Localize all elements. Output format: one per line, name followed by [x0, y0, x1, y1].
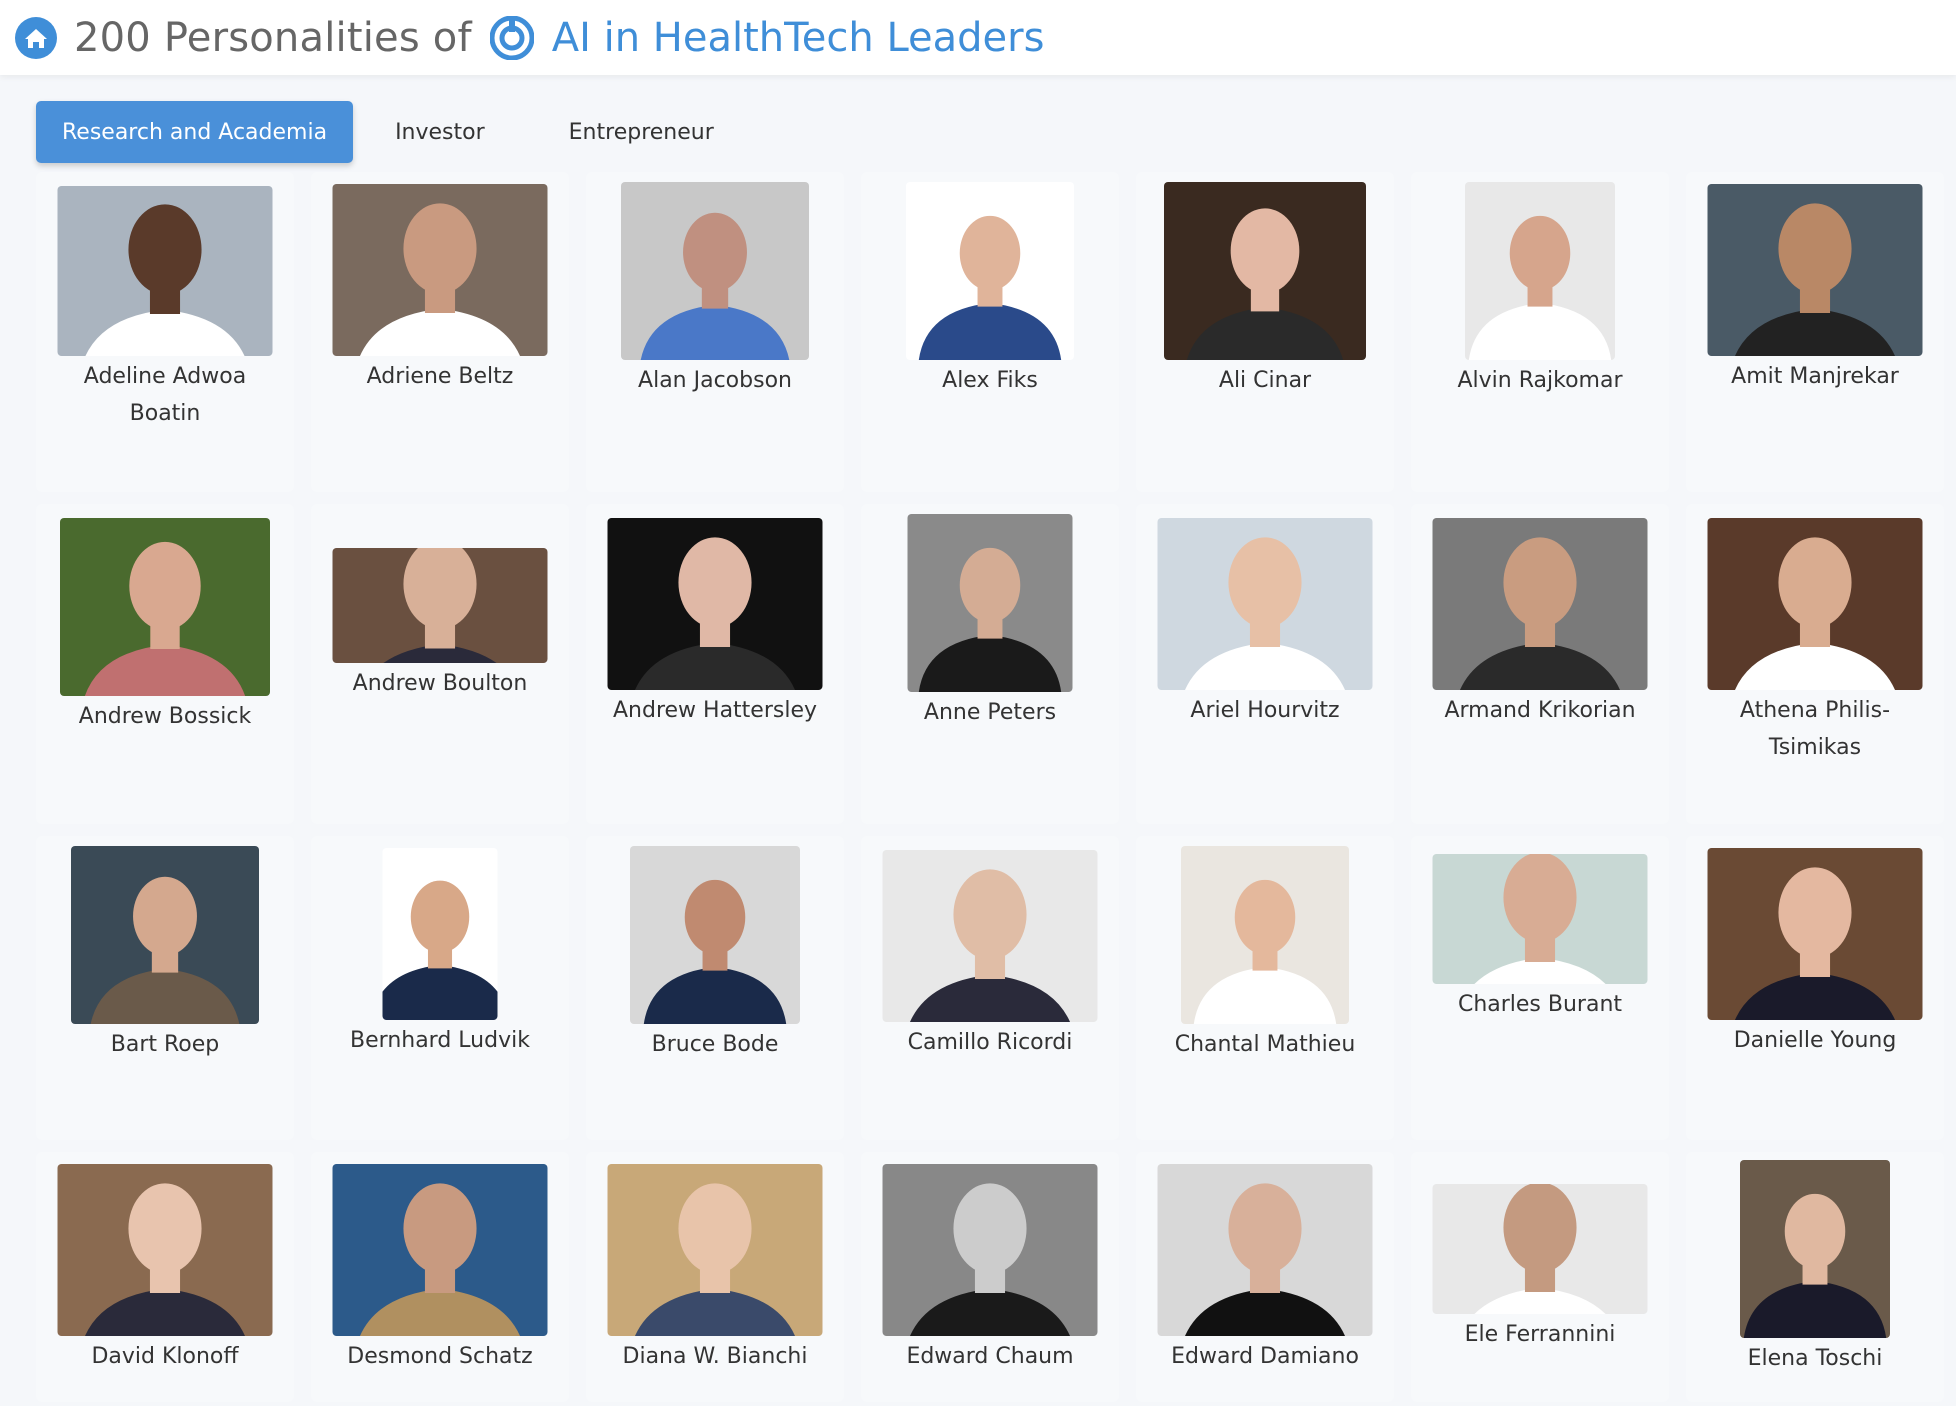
- person-photo[interactable]: [630, 846, 800, 1024]
- person-name[interactable]: David Klonoff: [36, 1338, 294, 1375]
- home-icon[interactable]: [14, 16, 58, 60]
- person-card[interactable]: Adriene Beltz: [311, 172, 569, 492]
- person-name[interactable]: Adriene Beltz: [311, 358, 569, 395]
- person-card[interactable]: Ele Ferrannini: [1411, 1152, 1669, 1402]
- person-photo[interactable]: [906, 182, 1074, 360]
- person-card[interactable]: Bernhard Ludvik: [311, 836, 569, 1140]
- person-card[interactable]: Ariel Hourvitz: [1136, 504, 1394, 824]
- person-photo[interactable]: [882, 850, 1098, 1022]
- person-card[interactable]: Andrew Boulton: [311, 504, 569, 824]
- person-name[interactable]: Desmond Schatz: [311, 1338, 569, 1375]
- person-photo[interactable]: [882, 1164, 1098, 1336]
- person-name[interactable]: Charles Burant: [1411, 986, 1669, 1023]
- person-photo[interactable]: [382, 848, 498, 1020]
- person-name[interactable]: Andrew Hattersley: [586, 692, 844, 729]
- person-name[interactable]: Andrew Bossick: [36, 698, 294, 735]
- person-name[interactable]: Bruce Bode: [586, 1026, 844, 1063]
- person-name[interactable]: Edward Damiano: [1136, 1338, 1394, 1375]
- person-card[interactable]: Bruce Bode: [586, 836, 844, 1140]
- tab-research-and-academia[interactable]: Research and Academia: [36, 101, 354, 163]
- person-card[interactable]: Charles Burant: [1411, 836, 1669, 1140]
- person-photo[interactable]: [907, 514, 1073, 692]
- person-card[interactable]: Adeline Adwoa Boatin: [36, 172, 294, 492]
- person-photo[interactable]: [1707, 518, 1923, 690]
- person-card[interactable]: Amit Manjrekar: [1686, 172, 1944, 492]
- person-card[interactable]: Edward Damiano: [1136, 1152, 1394, 1402]
- person-photo[interactable]: [1432, 1184, 1648, 1314]
- person-photo[interactable]: [1164, 182, 1366, 360]
- person-name[interactable]: Alan Jacobson: [586, 362, 844, 399]
- category-tabs: Research and Academia Investor Entrepren…: [36, 101, 756, 163]
- person-photo[interactable]: [1432, 854, 1648, 984]
- person-name[interactable]: Alex Fiks: [861, 362, 1119, 399]
- person-photo[interactable]: [1181, 846, 1349, 1024]
- person-card[interactable]: Edward Chaum: [861, 1152, 1119, 1402]
- person-photo[interactable]: [607, 1164, 823, 1336]
- person-card[interactable]: Danielle Young: [1686, 836, 1944, 1140]
- person-name[interactable]: Anne Peters: [861, 694, 1119, 731]
- page-header: 200 Personalities of AI in HealthTech Le…: [0, 0, 1956, 75]
- person-card[interactable]: Alvin Rajkomar: [1411, 172, 1669, 492]
- person-card[interactable]: Andrew Hattersley: [586, 504, 844, 824]
- person-name[interactable]: Camillo Ricordi: [861, 1024, 1119, 1061]
- person-photo[interactable]: [60, 518, 270, 696]
- person-card[interactable]: Andrew Bossick: [36, 504, 294, 824]
- person-photo[interactable]: [1707, 184, 1923, 356]
- person-photo[interactable]: [332, 548, 548, 663]
- person-photo[interactable]: [71, 846, 259, 1024]
- person-photo[interactable]: [332, 184, 548, 356]
- person-card[interactable]: Chantal Mathieu: [1136, 836, 1394, 1140]
- person-card[interactable]: Athena Philis-Tsimikas: [1686, 504, 1944, 824]
- tab-investor[interactable]: Investor: [353, 101, 527, 163]
- person-name[interactable]: Bart Roep: [36, 1026, 294, 1063]
- person-photo[interactable]: [1740, 1160, 1890, 1338]
- person-card[interactable]: Alex Fiks: [861, 172, 1119, 492]
- person-name[interactable]: Edward Chaum: [861, 1338, 1119, 1375]
- page-title-category[interactable]: AI in HealthTech Leaders: [552, 15, 1045, 61]
- person-card[interactable]: Elena Toschi: [1686, 1152, 1944, 1402]
- person-name[interactable]: Athena Philis-Tsimikas: [1686, 692, 1944, 766]
- person-name[interactable]: Elena Toschi: [1686, 1340, 1944, 1377]
- person-name[interactable]: Ele Ferrannini: [1411, 1316, 1669, 1353]
- person-card[interactable]: Bart Roep: [36, 836, 294, 1140]
- person-card[interactable]: Camillo Ricordi: [861, 836, 1119, 1140]
- person-card[interactable]: Diana W. Bianchi: [586, 1152, 844, 1402]
- person-card[interactable]: Ali Cinar: [1136, 172, 1394, 492]
- person-name[interactable]: Amit Manjrekar: [1686, 358, 1944, 395]
- person-name[interactable]: Adeline Adwoa Boatin: [36, 358, 294, 432]
- person-name[interactable]: Armand Krikorian: [1411, 692, 1669, 729]
- person-name[interactable]: Diana W. Bianchi: [586, 1338, 844, 1375]
- person-photo[interactable]: [1432, 518, 1648, 690]
- person-name[interactable]: Ariel Hourvitz: [1136, 692, 1394, 729]
- person-photo[interactable]: [607, 518, 823, 690]
- person-card[interactable]: Desmond Schatz: [311, 1152, 569, 1402]
- tab-entrepreneur[interactable]: Entrepreneur: [527, 101, 756, 163]
- person-card[interactable]: David Klonoff: [36, 1152, 294, 1402]
- person-name[interactable]: Ali Cinar: [1136, 362, 1394, 399]
- person-photo[interactable]: [57, 1164, 273, 1336]
- person-name[interactable]: Chantal Mathieu: [1136, 1026, 1394, 1063]
- person-card[interactable]: Anne Peters: [861, 504, 1119, 824]
- person-name[interactable]: Andrew Boulton: [311, 665, 569, 702]
- person-card[interactable]: Armand Krikorian: [1411, 504, 1669, 824]
- person-photo[interactable]: [1465, 182, 1615, 360]
- category-logo-icon: [489, 15, 534, 60]
- personality-grid: Adeline Adwoa Boatin Adriene Beltz Alan Ja…: [36, 172, 1944, 1402]
- person-name[interactable]: Danielle Young: [1686, 1022, 1944, 1059]
- person-photo[interactable]: [1157, 518, 1373, 690]
- person-name[interactable]: Alvin Rajkomar: [1411, 362, 1669, 399]
- person-name[interactable]: Bernhard Ludvik: [311, 1022, 569, 1059]
- person-card[interactable]: Alan Jacobson: [586, 172, 844, 492]
- person-photo[interactable]: [57, 186, 273, 356]
- person-photo[interactable]: [1157, 1164, 1373, 1336]
- person-photo[interactable]: [1707, 848, 1923, 1020]
- person-photo[interactable]: [621, 182, 809, 360]
- person-photo[interactable]: [332, 1164, 548, 1336]
- page-title-prefix: 200 Personalities of: [74, 14, 472, 61]
